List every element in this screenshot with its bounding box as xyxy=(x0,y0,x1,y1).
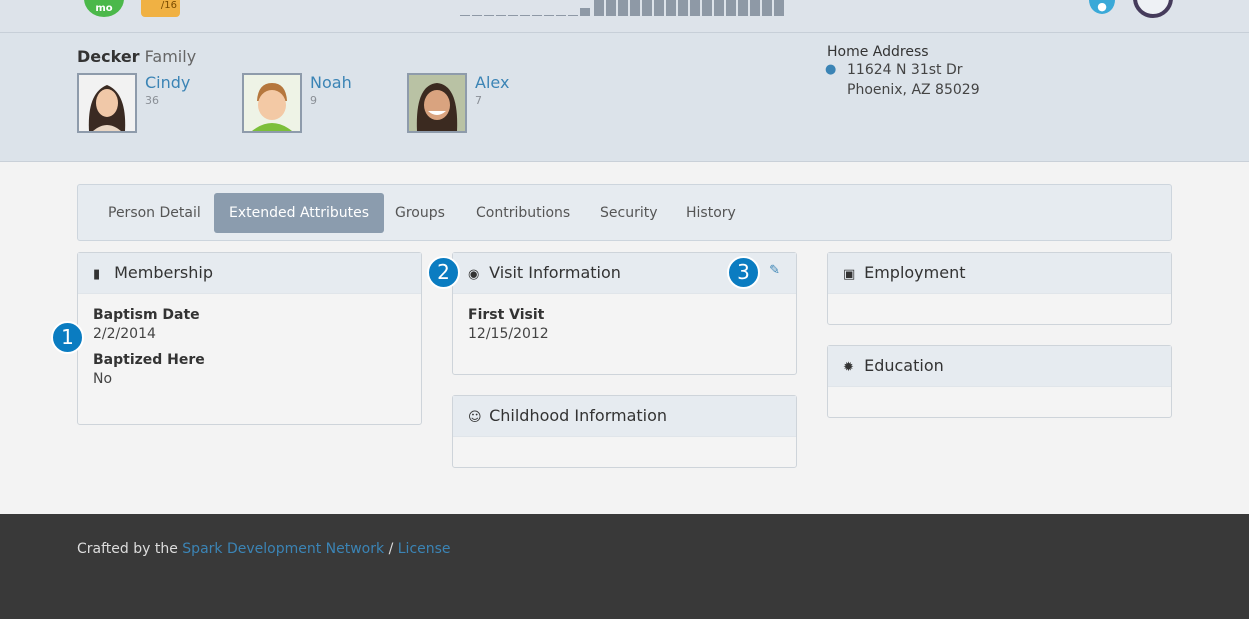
childhood-information-panel: ☺ Childhood Information xyxy=(452,395,797,468)
user-avatar[interactable] xyxy=(1133,0,1173,18)
childhood-information-title: Childhood Information xyxy=(489,406,668,425)
member-photo[interactable] xyxy=(242,73,302,133)
tab-history[interactable]: History xyxy=(671,193,751,233)
callout-marker: 2 xyxy=(427,256,460,289)
address-title: Home Address xyxy=(827,44,929,60)
family-section: Decker Family Cindy 36 Noah 9 Alex 7 Hom… xyxy=(0,33,1249,162)
member-photo[interactable] xyxy=(77,73,137,133)
tab-groups[interactable]: Groups xyxy=(380,193,460,233)
address-line-2: Phoenix, AZ 85029 xyxy=(847,82,980,98)
field-value: No xyxy=(93,371,113,387)
address-line-1: 11624 N 31st Dr xyxy=(847,62,963,78)
tab-security[interactable]: Security xyxy=(585,193,673,233)
footer-prefix: Crafted by the xyxy=(77,541,178,557)
footer-credit: Crafted by the Spark Development Network… xyxy=(77,541,451,557)
member-age: 36 xyxy=(145,94,159,107)
compass-icon: ◉ xyxy=(468,267,480,282)
callout-marker: 3 xyxy=(727,256,760,289)
employment-title: Employment xyxy=(864,263,966,282)
spark-link[interactable]: Spark Development Network xyxy=(182,541,384,557)
status-badge-orange[interactable]: /16 xyxy=(141,0,180,17)
family-title: Decker Family xyxy=(77,47,196,66)
status-badge-green[interactable]: mo xyxy=(84,0,124,17)
pencil-edit-icon[interactable]: ✎ xyxy=(769,263,780,278)
member-name[interactable]: Noah xyxy=(310,73,352,92)
footer: Crafted by the Spark Development Network… xyxy=(0,514,1249,619)
field-label: First Visit xyxy=(468,307,545,323)
membership-title: Membership xyxy=(114,263,213,282)
smile-icon: ☺ xyxy=(468,410,482,425)
tab-person-detail[interactable]: Person Detail xyxy=(93,193,216,233)
member-age: 7 xyxy=(475,94,482,107)
callout-marker: 1 xyxy=(51,321,84,354)
field-value: 2/2/2014 xyxy=(93,326,156,342)
member-name[interactable]: Cindy xyxy=(145,73,190,92)
field-label: Baptism Date xyxy=(93,307,200,323)
tab-bar: Person Detail Extended Attributes Groups… xyxy=(77,184,1172,241)
tab-extended-attributes[interactable]: Extended Attributes xyxy=(214,193,385,233)
top-strip: mo /16 ● xyxy=(0,0,1249,33)
book-icon: ▮ xyxy=(93,267,101,282)
membership-header: ▮ Membership xyxy=(78,253,421,294)
water-drop-icon[interactable]: ● xyxy=(1089,0,1115,14)
member-photo[interactable] xyxy=(407,73,467,133)
education-title: Education xyxy=(864,356,944,375)
employment-panel: ▣ Employment xyxy=(827,252,1172,325)
family-word: Family xyxy=(144,47,197,66)
member-age: 9 xyxy=(310,94,317,107)
map-marker-icon[interactable]: ● xyxy=(825,62,836,77)
membership-panel: ▮ Membership Baptism Date 2/2/2014 Bapti… xyxy=(77,252,422,425)
education-header: ✹ Education xyxy=(828,346,1171,387)
license-link[interactable]: License xyxy=(398,541,451,557)
member-name[interactable]: Alex xyxy=(475,73,509,92)
family-last-name: Decker xyxy=(77,47,140,66)
field-value: 12/15/2012 xyxy=(468,326,549,342)
footer-separator: / xyxy=(388,541,394,557)
briefcase-icon: ▣ xyxy=(843,267,856,282)
employment-header: ▣ Employment xyxy=(828,253,1171,294)
certificate-icon: ✹ xyxy=(843,360,854,375)
education-panel: ✹ Education xyxy=(827,345,1172,418)
visit-information-title: Visit Information xyxy=(489,263,621,282)
childhood-information-header: ☺ Childhood Information xyxy=(453,396,796,437)
tab-contributions[interactable]: Contributions xyxy=(461,193,585,233)
field-label: Baptized Here xyxy=(93,352,205,368)
